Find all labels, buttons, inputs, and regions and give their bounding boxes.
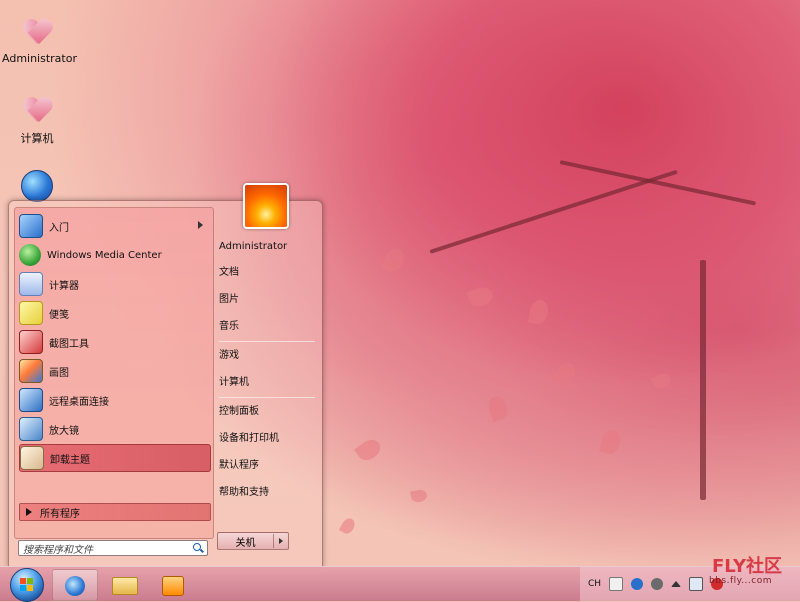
menu-item-label: 便笺 (49, 309, 69, 321)
wallpaper-petal (550, 359, 580, 389)
shutdown-options-button[interactable] (273, 534, 288, 548)
menu-item-label: Windows Media Center (47, 249, 162, 261)
place-music[interactable]: 音乐 (219, 319, 319, 335)
paint-icon (19, 359, 43, 383)
taskbar: CH (0, 566, 800, 602)
uninstall-theme-icon (20, 446, 44, 470)
sticky-notes-icon (19, 301, 43, 325)
wallpaper-petal (528, 298, 550, 326)
wallpaper-petal (338, 516, 358, 536)
place-default-programs[interactable]: 默认程序 (219, 458, 319, 474)
taskbar-windows-explorer[interactable] (102, 569, 146, 599)
place-documents[interactable]: 文档 (219, 265, 319, 281)
menu-item-snipping-tool[interactable]: 截图工具 (19, 329, 209, 355)
calculator-icon (19, 272, 43, 296)
menu-item-remote-desktop[interactable]: 远程桌面连接 (19, 387, 209, 413)
computer-heart-icon (19, 92, 55, 128)
menu-item-media-center[interactable]: Windows Media Center (19, 242, 209, 268)
all-programs-button[interactable]: 所有程序 (19, 503, 211, 521)
magnifier-icon (19, 417, 43, 441)
menu-item-magnifier[interactable]: 放大镜 (19, 416, 209, 442)
place-devices-printers[interactable]: 设备和打印机 (219, 431, 319, 447)
menu-item-sticky-notes[interactable]: 便笺 (19, 300, 209, 326)
media-player-icon (162, 576, 184, 596)
wallpaper-branch (429, 169, 678, 254)
shutdown-button[interactable]: 关机 (217, 532, 289, 550)
places-separator (219, 397, 315, 398)
snipping-tool-icon (19, 330, 43, 354)
shutdown-label: 关机 (235, 537, 256, 549)
language-indicator[interactable]: CH (588, 579, 601, 589)
place-administrator[interactable]: Administrator (219, 239, 319, 255)
menu-item-label: 放大镜 (49, 425, 79, 437)
remote-desktop-icon (19, 388, 43, 412)
settings-icon[interactable] (651, 578, 664, 590)
place-computer[interactable]: 计算机 (219, 375, 319, 391)
menu-item-label: 远程桌面连接 (49, 396, 109, 408)
folder-icon (112, 577, 138, 595)
taskbar-internet-explorer[interactable] (52, 569, 98, 601)
wallpaper-petal (380, 245, 408, 275)
internet-explorer-icon (65, 576, 85, 596)
help-icon[interactable] (631, 578, 644, 590)
menu-item-uninstall-theme[interactable]: 卸载主题 (19, 444, 211, 472)
search-placeholder: 搜索程序和文件 (23, 544, 93, 556)
submenu-arrow-icon (198, 221, 203, 229)
desktop-icon-computer[interactable]: 计算机 (2, 92, 72, 146)
wallpaper-petal (354, 435, 384, 465)
place-help-support[interactable]: 帮助和支持 (219, 485, 319, 501)
windows-logo-icon (20, 578, 34, 592)
play-triangle-icon (26, 508, 32, 516)
menu-item-label: 计算器 (49, 280, 79, 292)
menu-item-label: 卸载主题 (50, 454, 90, 466)
fly-community-url: bbs.fly...com (709, 576, 772, 586)
network-icon[interactable] (689, 577, 704, 591)
taskbar-media-player[interactable] (150, 569, 194, 599)
user-picture-avatar[interactable] (243, 183, 289, 229)
places-separator (219, 341, 315, 342)
desktop-icon-label: 计算机 (20, 132, 54, 145)
start-menu: 入门 Windows Media Center 计算器 便笺 截图工具 画图 远… (8, 183, 323, 568)
search-input[interactable]: 搜索程序和文件 (18, 540, 208, 556)
desktop-icon-label: Administrator (2, 52, 77, 65)
wallpaper-petal (466, 284, 496, 310)
place-games[interactable]: 游戏 (219, 348, 319, 364)
wallpaper-petal (599, 428, 623, 456)
chevron-right-icon (279, 538, 283, 544)
notification-arrow-icon[interactable] (671, 581, 682, 587)
user-folder-heart-icon (19, 14, 55, 50)
keyboard-icon[interactable] (609, 577, 624, 591)
place-pictures[interactable]: 图片 (219, 292, 319, 308)
wallpaper-petal (410, 488, 428, 504)
menu-item-label: 画图 (49, 367, 69, 379)
all-programs-label: 所有程序 (40, 508, 80, 520)
menu-item-label: 入门 (49, 222, 69, 234)
media-center-icon (19, 244, 41, 266)
wallpaper-trunk (700, 260, 706, 500)
search-icon[interactable] (193, 543, 203, 553)
start-menu-programs-pane: 入门 Windows Media Center 计算器 便笺 截图工具 画图 远… (14, 207, 214, 539)
start-button[interactable] (10, 568, 44, 602)
desktop-icon-administrator[interactable]: Administrator (2, 14, 77, 65)
menu-item-paint[interactable]: 画图 (19, 358, 209, 384)
menu-item-calculator[interactable]: 计算器 (19, 271, 209, 297)
wallpaper-petal (650, 370, 674, 392)
getting-started-icon (19, 214, 43, 238)
place-control-panel[interactable]: 控制面板 (219, 404, 319, 420)
wallpaper-petal (485, 393, 511, 423)
menu-item-getting-started[interactable]: 入门 (19, 213, 209, 239)
start-menu-places-pane: Administrator 文档 图片 音乐 游戏 计算机 控制面板 设备和打印… (213, 183, 321, 567)
menu-item-label: 截图工具 (49, 338, 89, 350)
fly-community-logo: FLY社区 (712, 556, 782, 577)
